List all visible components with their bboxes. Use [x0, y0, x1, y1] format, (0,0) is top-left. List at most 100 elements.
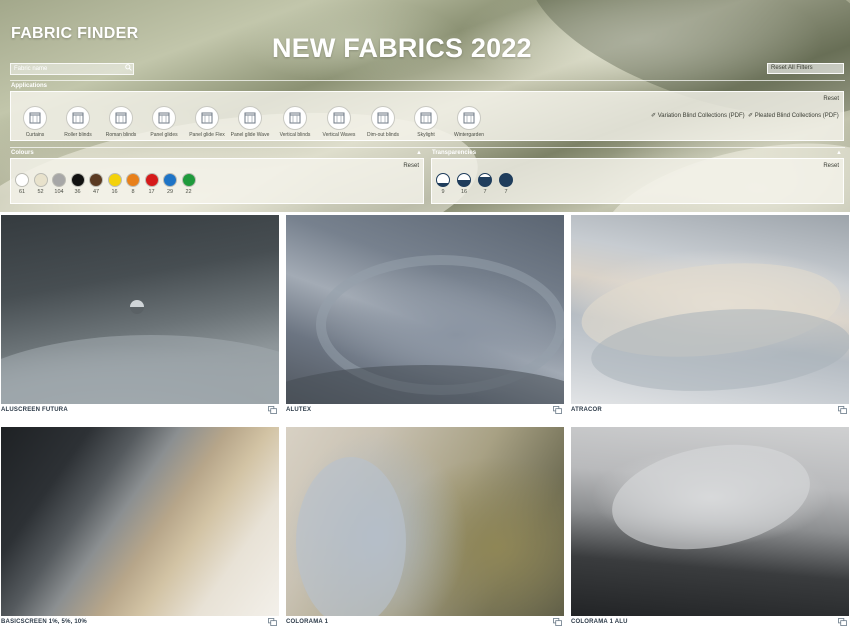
colour-swatch[interactable] — [89, 173, 103, 187]
application-filter-item[interactable]: Vertical Waves — [317, 106, 361, 138]
applications-panel: Reset Curtains Roller blinds Roman blinds P… — [10, 91, 844, 141]
fabric-image[interactable] — [571, 427, 849, 616]
colour-swatch-item[interactable]: 29 — [162, 173, 178, 195]
skylight-icon[interactable] — [414, 106, 438, 130]
compare-icon[interactable] — [553, 406, 562, 414]
colour-count: 61 — [18, 189, 26, 195]
application-filter-item[interactable]: Roman blinds — [99, 106, 143, 138]
fabric-card[interactable]: ATRACOR — [571, 215, 849, 414]
fabric-image[interactable] — [1, 427, 279, 616]
fabric-name[interactable]: ATRACOR — [571, 407, 602, 413]
application-label: Dim-out blinds — [367, 132, 399, 138]
divider — [10, 80, 845, 81]
colour-swatch[interactable] — [107, 173, 122, 187]
fabric-card[interactable]: BASICSCREEN 1%, 5%, 10% — [1, 427, 279, 626]
application-filter-item[interactable]: Dim-out blinds — [361, 106, 405, 138]
divider — [10, 147, 845, 148]
transparency-icon[interactable] — [478, 173, 492, 187]
roller-blind-icon[interactable] — [66, 106, 90, 130]
fabric-image[interactable] — [571, 215, 849, 404]
application-filter-item[interactable]: Panel glide Flex — [185, 106, 229, 138]
search-icon[interactable] — [125, 64, 133, 74]
colour-swatch-item[interactable]: 47 — [88, 173, 104, 195]
colour-swatch[interactable] — [144, 173, 159, 187]
colour-swatch[interactable] — [52, 173, 66, 187]
wintergarden-icon[interactable] — [457, 106, 481, 130]
vertical-blind-icon[interactable] — [283, 106, 307, 130]
transparency-count: 16 — [460, 189, 468, 195]
fabric-image[interactable] — [286, 427, 564, 616]
fabric-image[interactable] — [1, 215, 279, 404]
compare-icon[interactable] — [553, 618, 562, 626]
variation-blind-pdf-link[interactable]: ✐ Variation Blind Collections (PDF) — [651, 112, 745, 119]
colour-swatch-item[interactable]: 36 — [70, 173, 86, 195]
transparency-filter-item[interactable]: 9 — [435, 173, 451, 195]
paperclip-icon: ✐ — [748, 113, 754, 119]
application-filter-item[interactable]: Curtains — [13, 106, 57, 138]
colours-reset-button[interactable]: Reset — [403, 163, 419, 169]
fabric-image[interactable] — [286, 215, 564, 404]
fabric-fold-decoration — [1, 335, 279, 404]
colour-swatch-item[interactable]: 61 — [14, 173, 30, 195]
fabric-card[interactable]: ALUTEX — [286, 215, 564, 414]
colour-swatch-item[interactable]: 17 — [144, 173, 160, 195]
fabric-name[interactable]: COLORAMA 1 ALU — [571, 619, 628, 625]
fabric-card[interactable]: COLORAMA 1 ALU — [571, 427, 849, 626]
compare-icon[interactable] — [838, 618, 847, 626]
applications-reset-button[interactable]: Reset — [823, 96, 839, 102]
colour-swatch[interactable] — [126, 173, 140, 187]
fabric-card[interactable]: COLORAMA 1 — [286, 427, 564, 626]
dim-out-blind-icon[interactable] — [371, 106, 395, 130]
colour-swatch-item[interactable]: 104 — [51, 173, 67, 195]
colour-count: 8 — [131, 189, 135, 195]
compare-icon[interactable] — [268, 406, 277, 414]
application-filter-item[interactable]: Wintergarden — [447, 106, 491, 138]
fabric-name[interactable]: ALUTEX — [286, 407, 311, 413]
transparency-filter-item[interactable]: 7 — [498, 173, 514, 195]
colour-swatch[interactable] — [15, 173, 29, 187]
vertical-waves-icon[interactable] — [327, 106, 351, 130]
compare-icon[interactable] — [268, 618, 277, 626]
fabric-name[interactable]: BASICSCREEN 1%, 5%, 10% — [1, 619, 87, 625]
chevron-up-icon[interactable]: ▲ — [836, 150, 842, 156]
transparency-filter-item[interactable]: 7 — [477, 173, 493, 195]
transparency-filter-item[interactable]: 16 — [456, 173, 472, 195]
reset-all-filters-button[interactable]: Reset All Filters — [767, 63, 844, 74]
application-filter-item[interactable]: Panel glide Wave — [228, 106, 272, 138]
application-label: Roman blinds — [105, 132, 137, 138]
colour-swatch[interactable] — [70, 173, 85, 187]
colour-swatch-item[interactable]: 52 — [33, 173, 49, 195]
panel-glide-icon[interactable] — [152, 106, 176, 130]
transparency-count: 7 — [483, 189, 487, 195]
colour-count: 17 — [148, 189, 155, 195]
transparency-icon[interactable] — [499, 173, 513, 187]
curtains-icon[interactable] — [23, 106, 47, 130]
colour-swatch-item[interactable]: 8 — [125, 173, 141, 195]
colour-swatch[interactable] — [181, 173, 196, 187]
application-label: Panel glides — [150, 132, 178, 138]
panel-glide-wave-icon[interactable] — [238, 106, 262, 130]
fabric-name[interactable]: ALUSCREEN FUTURA — [1, 407, 68, 413]
colour-swatch[interactable] — [163, 173, 177, 187]
colour-swatch[interactable] — [33, 173, 48, 187]
fabric-card[interactable]: ALUSCREEN FUTURA — [1, 215, 279, 414]
application-label: Skylight — [417, 132, 435, 138]
fabric-name[interactable]: COLORAMA 1 — [286, 619, 328, 625]
roman-blind-icon[interactable] — [109, 106, 133, 130]
panel-glide-flex-icon[interactable] — [195, 106, 219, 130]
transparencies-section-title: Transparencies — [432, 150, 477, 156]
colour-swatch-item[interactable]: 16 — [107, 173, 123, 195]
pleated-blind-pdf-link[interactable]: ✐ Pleated Blind Collections (PDF) — [748, 112, 839, 119]
colour-swatch-item[interactable]: 22 — [181, 173, 197, 195]
chevron-up-icon[interactable]: ▲ — [416, 150, 422, 156]
transparency-icon[interactable] — [436, 173, 450, 187]
application-filter-item[interactable]: Panel glides — [142, 106, 186, 138]
application-filter-item[interactable]: Skylight — [404, 106, 448, 138]
application-filter-item[interactable]: Vertical blinds — [273, 106, 317, 138]
transparency-icon[interactable] — [457, 173, 471, 187]
compare-icon[interactable] — [838, 406, 847, 414]
fabric-fold-decoration — [296, 457, 406, 616]
transparencies-reset-button[interactable]: Reset — [823, 163, 839, 169]
application-filter-item[interactable]: Roller blinds — [56, 106, 100, 138]
fabric-name-search-input[interactable]: Fabric name — [10, 63, 134, 75]
